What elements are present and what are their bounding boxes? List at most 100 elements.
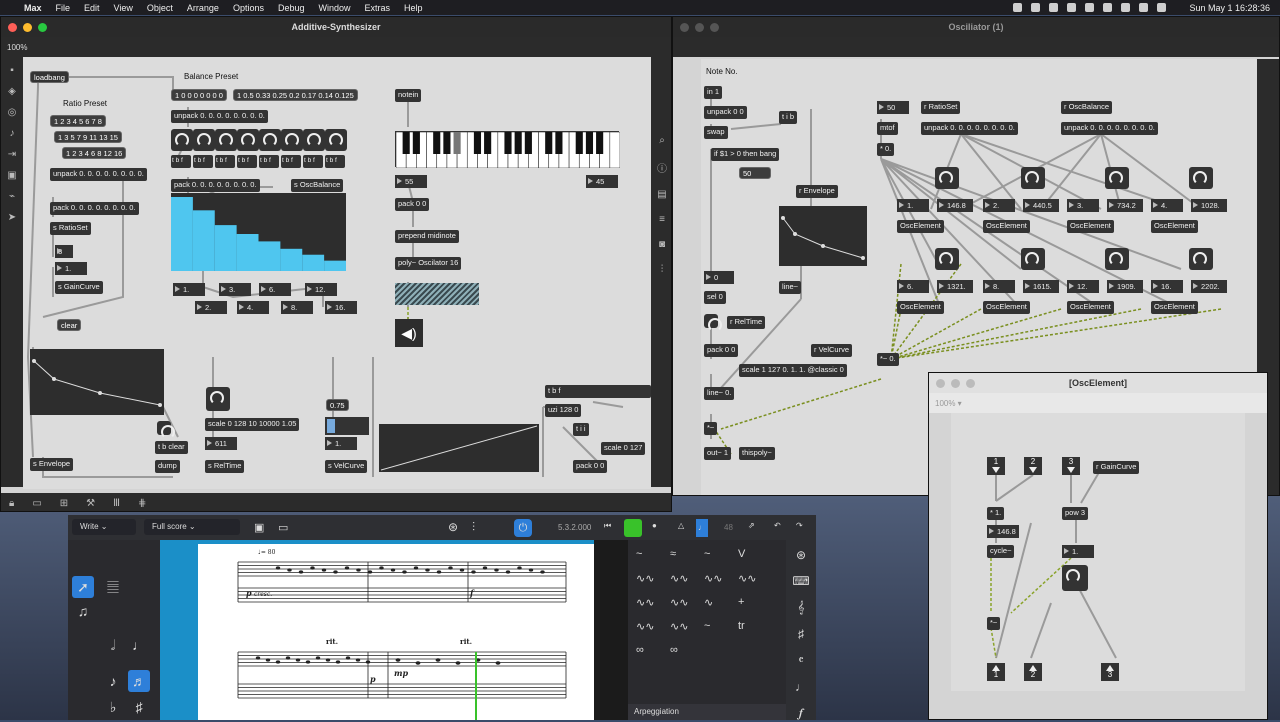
inlet-1[interactable]: 1 [987, 457, 1005, 475]
velocity-button[interactable] [704, 314, 722, 332]
mixer-icon[interactable]: ⫶ [472, 520, 475, 535]
scale-0127[interactable]: scale 0 127 [601, 442, 646, 455]
search-icon[interactable] [1139, 3, 1149, 12]
r-reltime[interactable]: r RelTime [727, 316, 766, 329]
menu-window[interactable]: Window [319, 3, 351, 13]
clip-icon[interactable]: ⌁ [9, 191, 15, 202]
ornament-button[interactable]: ∿ [704, 596, 713, 609]
menu-file[interactable]: File [56, 3, 71, 13]
gain-dial[interactable] [1062, 565, 1088, 591]
osc-gain-dial[interactable] [1105, 167, 1129, 189]
bluetooth-icon[interactable] [1085, 3, 1095, 12]
prepend-object[interactable]: prepend midinote [395, 230, 459, 243]
osc-ratio-number[interactable]: 4. [1151, 199, 1183, 212]
oscelement-object[interactable]: OscElement [1151, 301, 1198, 314]
record-icon[interactable]: ● [652, 521, 657, 530]
unpack-balance[interactable]: unpack 0. 0. 0. 0. 0. 0. 0. 0. [1061, 122, 1158, 135]
ornament-button[interactable]: ~ [636, 548, 642, 560]
number-1b[interactable]: 1. [325, 437, 357, 450]
balance-multislider[interactable] [171, 193, 346, 271]
balance-dial[interactable] [171, 129, 193, 151]
unpack-ratios[interactable]: unpack 0. 0. 0. 0. 0. 0. 0. 0. [921, 122, 1018, 135]
image-icon[interactable]: ▣ [7, 170, 16, 181]
tbf-object[interactable]: t b f [171, 155, 191, 168]
menu-edit[interactable]: Edit [84, 3, 100, 13]
line0-object[interactable]: line~ 0. [704, 387, 735, 400]
swap-object[interactable]: swap [704, 126, 728, 139]
layout-icon[interactable]: ▣ [254, 521, 264, 534]
osc-freq-number[interactable]: 146.8 [937, 199, 973, 212]
ratio-number[interactable]: 6. [259, 283, 291, 296]
number-3[interactable]: 3 [55, 245, 73, 258]
mixer-icon[interactable]: ⫶ [661, 264, 664, 275]
layout-select[interactable]: Full score ⌄ [144, 519, 240, 535]
balance-dial[interactable] [259, 129, 281, 151]
arrow-icon[interactable]: ➤ [8, 212, 16, 223]
pack-left[interactable]: pack 0. 0. 0. 0. 0. 0. 0. 0. [50, 202, 139, 215]
menu-object[interactable]: Object [147, 3, 173, 13]
envelope-function[interactable] [779, 206, 867, 266]
line-object[interactable]: line~ [779, 281, 802, 294]
quarter-note-tool[interactable]: ♩ [128, 634, 150, 656]
globe-icon[interactable] [1049, 3, 1059, 12]
ornament-button[interactable]: ∿∿ [704, 572, 722, 585]
tbf-object[interactable]: t b f [215, 155, 235, 168]
ornament-button[interactable]: + [738, 596, 744, 608]
ornament-button[interactable]: ~ [704, 620, 710, 632]
osc-ratio-number[interactable]: 3. [1067, 199, 1099, 212]
balance-dial[interactable] [237, 129, 259, 151]
ornament-button[interactable]: ∞ [636, 644, 644, 656]
s-oscbalance[interactable]: s OscBalance [291, 179, 344, 192]
ornament-button[interactable]: ∿∿ [670, 620, 688, 633]
tempo-icon[interactable]: ♩ [795, 680, 807, 694]
metronome-icon[interactable]: △ [678, 521, 684, 530]
rewind-icon[interactable]: ⏮ [604, 521, 611, 531]
scale-object[interactable]: scale 1 127 0. 1. 1. @classic 0 [739, 364, 847, 377]
target-icon[interactable]: ◎ [8, 107, 17, 118]
ratio-number[interactable]: 4. [237, 301, 269, 314]
uzi-object[interactable]: uzi 128 0 [545, 404, 582, 417]
pack-mid[interactable]: pack 0. 0. 0. 0. 0. 0. 0. 0. [171, 179, 260, 192]
cycle-object[interactable]: cycle~ [987, 545, 1015, 558]
oscelement-object[interactable]: OscElement [1151, 220, 1198, 233]
ornament-button[interactable]: V [738, 548, 745, 560]
tbf-object[interactable]: t b f [259, 155, 279, 168]
ratio-number[interactable]: 3. [219, 283, 251, 296]
window-icon[interactable]: ▭ [278, 521, 288, 534]
unpack-top[interactable]: unpack 0. 0. 0. 0. 0. 0. 0. 0. [171, 110, 268, 123]
input-source-icon[interactable] [1121, 3, 1131, 12]
ornament-button[interactable]: ∿∿ [670, 572, 688, 585]
unpack-object[interactable]: unpack 0 0 [704, 106, 747, 119]
r-envelope[interactable]: r Envelope [796, 185, 838, 198]
number-50[interactable]: 50 [877, 101, 909, 114]
dynamics-icon[interactable]: 𝆑 [799, 706, 803, 721]
osc-ratio-number[interactable]: 1. [897, 199, 929, 212]
control-center-icon[interactable] [1157, 3, 1167, 12]
notein-object[interactable]: notein [395, 89, 422, 102]
sel0-object[interactable]: sel 0 [704, 291, 726, 304]
oscelement-object[interactable]: OscElement [1067, 301, 1114, 314]
music-icon[interactable]: ♪ [10, 128, 15, 139]
ornament-button[interactable]: ∞ [670, 644, 678, 656]
present-icon[interactable]: ▭ [32, 498, 41, 509]
balance-msg-b[interactable]: 1 0.5 0.33 0.25 0.2 0.17 0.14 0.125 [233, 89, 358, 101]
menu-extras[interactable]: Extras [365, 3, 391, 13]
ornament-button[interactable]: ∿∿ [636, 572, 654, 585]
export-icon[interactable]: ⇗ [748, 521, 755, 530]
clear-button[interactable]: clear [57, 319, 82, 331]
s-gaincurve[interactable]: s GainCurve [55, 281, 103, 294]
ornament-button[interactable]: ~ [704, 548, 710, 560]
osc-freq-number[interactable]: 2202. [1191, 280, 1227, 293]
grid-icon[interactable]: ⊞ [60, 498, 68, 509]
record-green-icon[interactable] [624, 519, 642, 537]
mult-tilde[interactable]: *~ [704, 422, 718, 435]
oscelement-object[interactable]: OscElement [983, 220, 1030, 233]
tbf-object[interactable]: t b f [281, 155, 301, 168]
battery-icon[interactable] [1067, 3, 1077, 12]
record-icon[interactable] [1013, 3, 1023, 12]
outlet-3[interactable]: 3 [1101, 663, 1119, 681]
window-controls[interactable] [936, 379, 975, 388]
oscelement-object[interactable]: OscElement [897, 301, 944, 314]
tbf-right[interactable]: t b f [545, 385, 651, 398]
sharp-tool[interactable]: ♯ [128, 696, 150, 718]
